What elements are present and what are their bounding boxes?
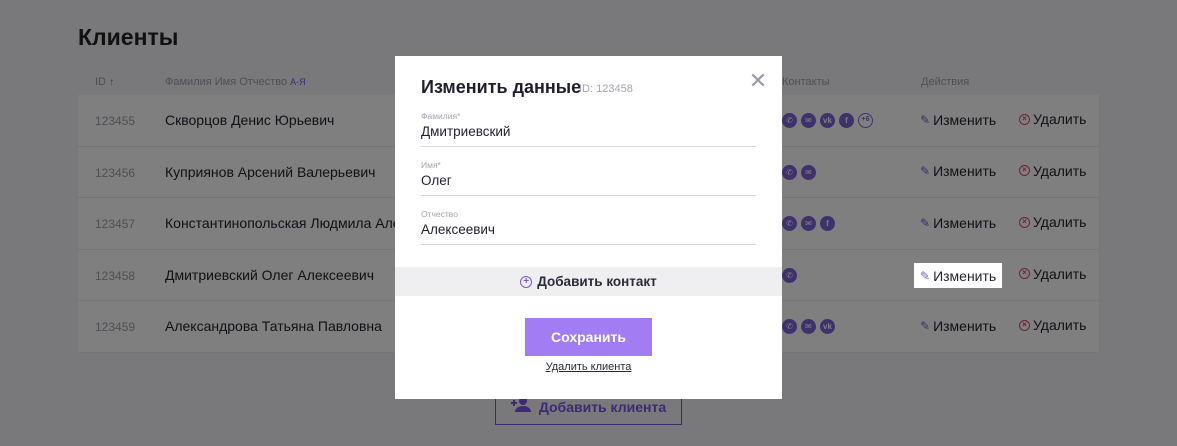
edit-button-active[interactable]: ✎ Изменить [914,263,1003,288]
patronymic-input[interactable] [421,222,756,237]
modal-title: Изменить данные [421,77,582,97]
patronymic-label: Отчество [421,209,458,219]
surname-label: Фамилия* [421,111,461,121]
name-input[interactable] [421,173,756,188]
name-label: Имя* [421,160,441,170]
close-icon[interactable]: ✕ [748,70,768,92]
pencil-icon: ✎ [920,268,931,283]
edit-label: Изменить [933,267,997,284]
add-contact-button[interactable]: + Добавить контакт [395,267,782,296]
patronymic-field: Отчество [421,209,756,245]
name-field: Имя* [421,160,756,196]
edit-client-modal: Изменить данные ID: 123458 ✕ Фамилия* Им… [395,56,782,399]
delete-client-link[interactable]: Удалить клиента [395,361,782,373]
save-button[interactable]: Сохранить [525,318,652,356]
surname-field: Фамилия* [421,111,756,147]
add-contact-label: Добавить контакт [537,274,657,289]
plus-circle-icon: + [520,275,533,288]
surname-input[interactable] [421,124,756,139]
modal-client-id: ID: 123458 [579,83,633,95]
